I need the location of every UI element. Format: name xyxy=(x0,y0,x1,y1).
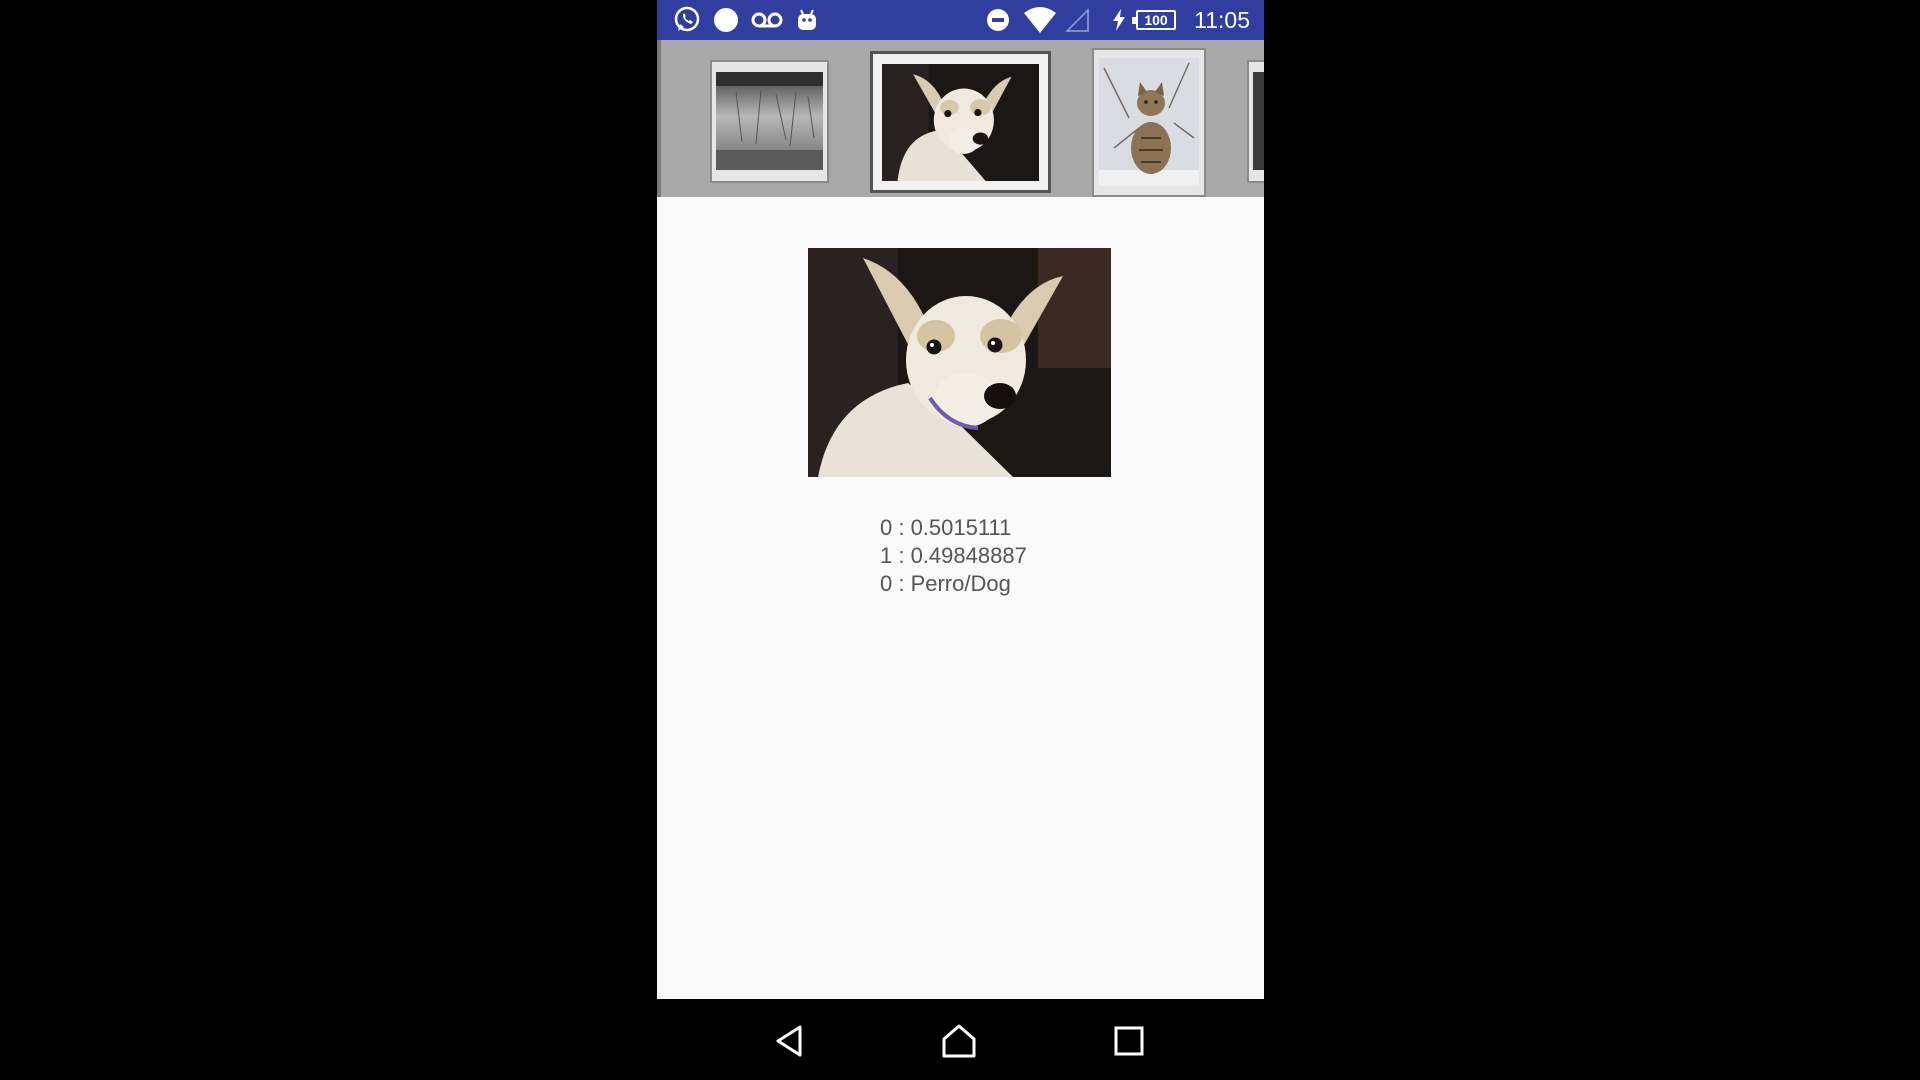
android-icon xyxy=(795,6,819,34)
classification-results: 0 : 0.5015111 1 : 0.49848887 0 : Perro/D… xyxy=(880,514,1027,598)
result-line: 0 : Perro/Dog xyxy=(880,571,1011,596)
dog-thumbnail[interactable] xyxy=(870,51,1051,193)
cat-thumbnail-image xyxy=(1099,58,1199,186)
dog-photo xyxy=(808,248,1111,477)
recents-icon[interactable] xyxy=(1109,1021,1149,1061)
result-line: 1 : 0.49848887 xyxy=(880,543,1027,568)
texture-image xyxy=(716,72,823,170)
status-time: 11:05 xyxy=(1194,7,1250,33)
navigation-bar xyxy=(657,999,1264,1080)
wifi-icon xyxy=(1023,6,1057,34)
result-line: 0 : 0.5015111 xyxy=(880,515,1012,540)
status-bar: 100 11:05 xyxy=(657,0,1264,40)
circle-notification-icon xyxy=(712,6,740,34)
whatsapp-icon xyxy=(672,6,702,34)
dog-thumbnail-image xyxy=(882,64,1039,181)
partial-thumbnail-image xyxy=(1253,72,1264,170)
charging-icon xyxy=(1110,6,1128,34)
partial-thumbnail[interactable] xyxy=(1247,60,1264,183)
image-gallery[interactable] xyxy=(657,40,1264,197)
battery-icon: 100 xyxy=(1132,10,1176,30)
no-signal-icon xyxy=(1064,6,1090,34)
voicemail-icon xyxy=(750,6,784,34)
back-icon[interactable] xyxy=(770,1021,810,1061)
texture-thumbnail[interactable] xyxy=(710,60,829,183)
cat-thumbnail[interactable] xyxy=(1092,48,1206,197)
phone-screen: 100 11:05 0: 0.5015111 1: 0.49848887 0… xyxy=(657,0,1264,999)
home-icon[interactable] xyxy=(939,1021,979,1061)
do-not-disturb-icon xyxy=(985,6,1011,34)
